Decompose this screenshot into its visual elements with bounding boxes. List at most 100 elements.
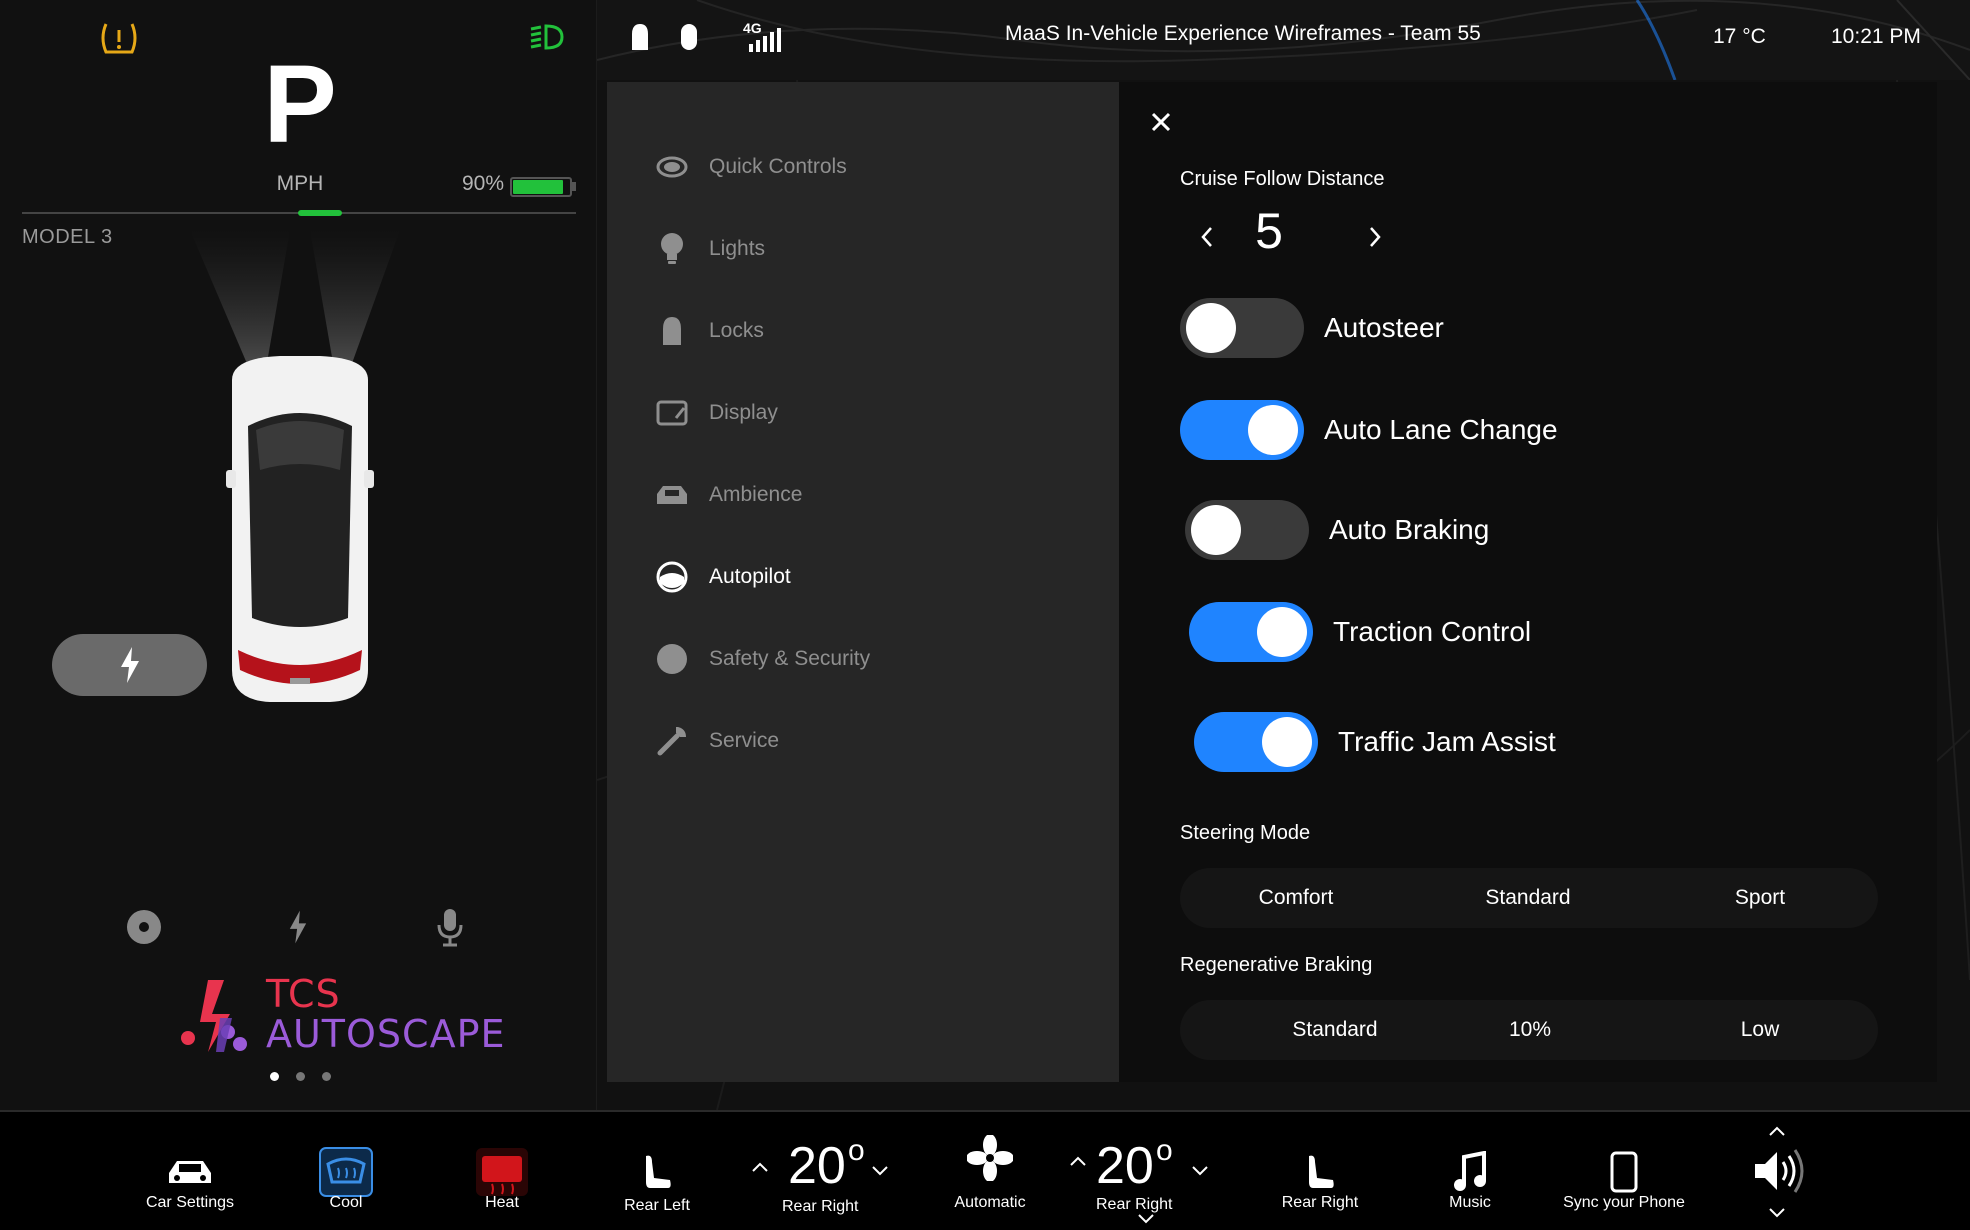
cool-button[interactable]: Cool xyxy=(296,1112,396,1230)
speed-unit: MPH xyxy=(276,172,324,195)
toggle-label: Traffic Jam Assist xyxy=(1338,726,1556,757)
right-temperature-control: 20 o Rear Right xyxy=(1060,1112,1230,1230)
toggle-label: Auto Lane Change xyxy=(1324,414,1558,445)
menu-item-locks[interactable]: Locks xyxy=(655,306,1075,356)
car-icon xyxy=(165,1148,215,1196)
regen-braking-10-percent[interactable]: 10% xyxy=(1440,1000,1620,1060)
traffic-jam-assist-toggle[interactable] xyxy=(1194,712,1318,772)
car-settings-button[interactable]: Car Settings xyxy=(130,1112,250,1230)
chevron-left-icon[interactable] xyxy=(1195,222,1219,252)
chevron-down-icon[interactable] xyxy=(1136,1212,1156,1226)
page-dot[interactable] xyxy=(270,1072,279,1081)
sync-phone-button[interactable]: Sync your Phone xyxy=(1554,1112,1694,1230)
chevron-down-icon[interactable] xyxy=(870,1164,890,1178)
chevron-up-icon[interactable] xyxy=(1767,1124,1787,1138)
chevron-down-icon[interactable] xyxy=(1767,1206,1787,1220)
toggle-knob xyxy=(1257,607,1307,657)
menu-item-ambience[interactable]: Ambience xyxy=(655,470,1075,520)
degree-symbol: o xyxy=(848,1134,865,1167)
regen-braking-low[interactable]: Low xyxy=(1644,1000,1876,1060)
rear-right-seat-button[interactable]: Rear Right xyxy=(1270,1112,1370,1230)
fan-icon xyxy=(967,1134,1013,1182)
speed-marker xyxy=(298,210,342,216)
dock-label: Car Settings xyxy=(145,1194,235,1211)
dock-label: Rear Right xyxy=(1096,1196,1173,1213)
right-temperature-value: 20 xyxy=(1096,1137,1154,1195)
menu-item-safety-security[interactable]: Safety & Security xyxy=(655,634,1075,684)
autopilot-settings: Cruise Follow Distance 5 Autosteer Auto … xyxy=(1119,82,1937,1082)
car-seat-icon xyxy=(655,478,689,512)
logo-mark xyxy=(181,980,247,1052)
model-label: MODEL 3 xyxy=(22,226,113,248)
battery-terminal xyxy=(572,182,576,191)
toggle-label: Auto Braking xyxy=(1329,514,1490,545)
regen-braking-standard[interactable]: Standard xyxy=(1230,1000,1440,1060)
menu-label: Safety & Security xyxy=(709,647,871,670)
charge-button[interactable] xyxy=(52,634,207,696)
clock: 10:21 PM xyxy=(1831,25,1921,48)
chevron-up-icon[interactable] xyxy=(750,1160,770,1174)
wrench-icon xyxy=(655,724,689,758)
menu-item-lights[interactable]: Lights xyxy=(655,224,1075,274)
car-top-view xyxy=(190,230,400,702)
eye-icon xyxy=(655,150,689,184)
traction-control-toggle[interactable] xyxy=(1189,602,1313,662)
dock-label: Heat xyxy=(485,1194,519,1211)
toggle-label: Traction Control xyxy=(1333,616,1532,647)
page-indicator xyxy=(270,1072,334,1082)
toggle-knob xyxy=(1248,405,1298,455)
rear-defrost-icon xyxy=(474,1148,530,1196)
headlight-indicator-icon xyxy=(530,24,564,50)
auto-lane-change-toggle[interactable] xyxy=(1180,400,1304,460)
menu-item-display[interactable]: Display xyxy=(655,388,1075,438)
battery-percent: 90% xyxy=(461,172,504,195)
toggle-knob xyxy=(1262,717,1312,767)
outside-temperature: 17 °C xyxy=(1713,25,1766,48)
rear-left-seat-button[interactable]: Rear Left xyxy=(607,1112,707,1230)
instrument-cluster: P MPH 90% MODEL 3 TCS AUTOSCAPE xyxy=(0,0,597,1110)
left-temperature-value: 20 xyxy=(788,1137,846,1195)
degree-symbol: o xyxy=(1156,1134,1173,1167)
page-dot[interactable] xyxy=(296,1072,305,1081)
volume-icon[interactable] xyxy=(1753,1148,1809,1194)
menu-item-quick-controls[interactable]: Quick Controls xyxy=(655,142,1075,192)
front-defrost-icon xyxy=(318,1147,374,1197)
regen-braking-selector: Standard 10% Low xyxy=(1180,1000,1878,1060)
lightning-icon xyxy=(289,910,307,944)
microphone-icon xyxy=(437,909,463,947)
dock-label: Sync your Phone xyxy=(1563,1194,1685,1211)
battery-bar xyxy=(510,177,572,197)
steering-mode-sport[interactable]: Sport xyxy=(1644,868,1876,928)
signal-strength-icon xyxy=(749,28,781,52)
fan-automatic-button[interactable]: Automatic xyxy=(930,1112,1050,1230)
voice-command-button[interactable] xyxy=(430,905,470,949)
menu-label: Ambience xyxy=(709,483,803,506)
autosteer-toggle[interactable] xyxy=(1180,298,1304,358)
menu-item-service[interactable]: Service xyxy=(655,716,1075,766)
music-button[interactable]: Music xyxy=(1420,1112,1520,1230)
chevron-down-icon[interactable] xyxy=(1190,1164,1210,1178)
menu-label: Display xyxy=(709,401,778,424)
display-icon xyxy=(655,396,689,430)
steering-mode-comfort[interactable]: Comfort xyxy=(1180,868,1412,928)
auto-braking-toggle[interactable] xyxy=(1185,500,1309,560)
steering-mode-standard[interactable]: Standard xyxy=(1412,868,1644,928)
follow-distance-value: 5 xyxy=(1255,203,1283,259)
heat-button[interactable]: Heat xyxy=(452,1112,552,1230)
autosteer-row: Autosteer xyxy=(1180,298,1444,358)
settings-menu: Quick Controls Lights Locks Display Ambi… xyxy=(607,82,1119,1082)
page-dot[interactable] xyxy=(322,1072,331,1081)
charging-shortcut-button[interactable] xyxy=(278,905,318,949)
steering-wheel-icon xyxy=(655,560,689,594)
lightning-icon xyxy=(120,647,139,683)
dock-label: Automatic xyxy=(954,1194,1026,1211)
media-disc-button[interactable] xyxy=(124,905,164,949)
volume-control xyxy=(1745,1112,1815,1230)
toggle-label: Autosteer xyxy=(1324,312,1444,343)
chevron-right-icon[interactable] xyxy=(1363,222,1387,252)
close-icon[interactable] xyxy=(1149,110,1173,134)
chevron-up-icon[interactable] xyxy=(1068,1154,1088,1168)
menu-item-autopilot[interactable]: Autopilot xyxy=(655,552,1075,602)
dock-label: Cool xyxy=(329,1194,363,1211)
steering-mode-title: Steering Mode xyxy=(1180,822,1311,844)
